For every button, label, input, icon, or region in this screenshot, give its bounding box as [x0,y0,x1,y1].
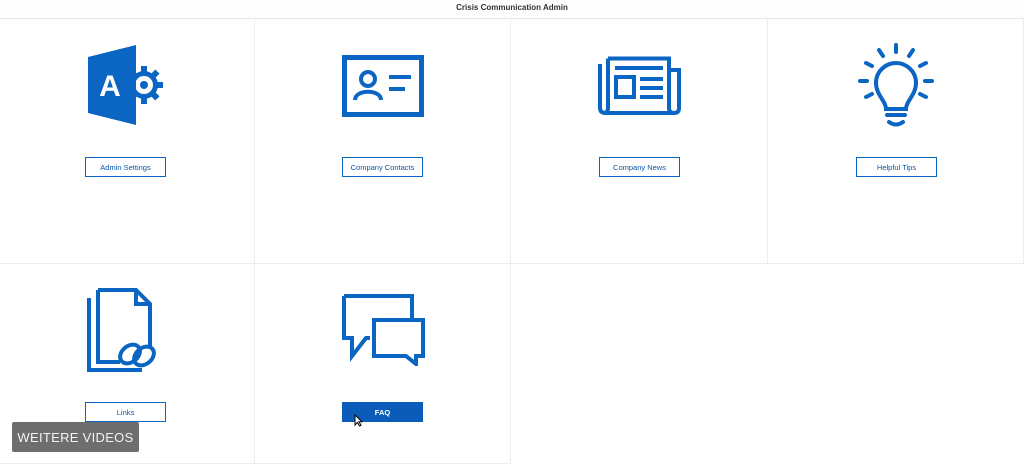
contact-card-icon [342,55,424,117]
tile-admin-settings[interactable]: A Admin Settings [0,19,255,264]
more-videos-overlay[interactable]: WEITERE VIDEOS [12,422,139,452]
admin-settings-button[interactable]: Admin Settings [85,157,166,177]
company-contacts-button[interactable]: Company Contacts [342,157,423,177]
chat-bubbles-icon [342,294,425,366]
svg-text:A: A [99,70,121,103]
tile-helpful-tips[interactable]: Helpful Tips [768,19,1024,264]
tile-company-contacts[interactable]: Company Contacts [255,19,511,264]
company-news-button[interactable]: Company News [599,157,680,177]
document-link-icon [87,288,156,372]
tile-company-news[interactable]: Company News [511,19,768,264]
links-button[interactable]: Links [85,402,166,422]
newspaper-icon [598,56,681,115]
admin-settings-icon: A [88,45,163,125]
tile-faq[interactable]: FAQ [255,264,511,464]
mouse-cursor-icon [354,414,363,427]
helpful-tips-button[interactable]: Helpful Tips [856,157,937,177]
title-bar: Crisis Communication Admin [0,0,1024,19]
app-title: Crisis Communication Admin [456,3,568,12]
lightbulb-icon [858,43,934,127]
